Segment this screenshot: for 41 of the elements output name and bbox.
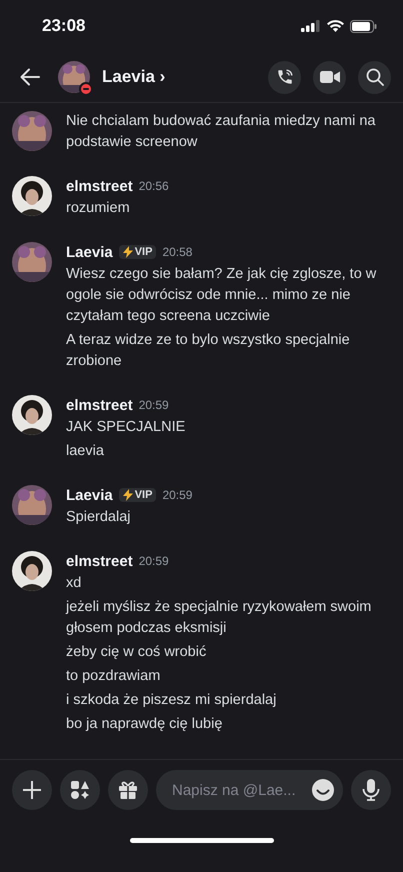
message-text: Nie chcialam budować zaufania miedzy nami na podstawie screenow <box>66 112 376 152</box>
username[interactable]: Laevia <box>66 486 113 504</box>
message-text: i szkoda że piszesz mi spierdalaj <box>66 691 278 710</box>
message-field[interactable]: Napisz na @Lae... <box>156 770 343 810</box>
profile-link[interactable]: Laevia › <box>102 67 268 87</box>
message-text: to pozdrawiam <box>66 667 162 686</box>
message-text: xd <box>66 574 82 593</box>
message-text: Wiesz czego sie bałam? Ze jak cię zglosze, to w ogole sie odwrócisz ode mnie... mimo ze nie czytałam tego screena uczciwie <box>66 265 378 326</box>
signal-icon <box>301 20 321 32</box>
clock-time: 23:08 <box>42 16 86 36</box>
username[interactable]: elmstreet <box>66 178 133 194</box>
back-arrow-icon[interactable] <box>20 68 40 86</box>
microphone-icon[interactable] <box>351 770 391 810</box>
message-text: rozumiem <box>66 199 131 218</box>
timestamp: 20:59 <box>138 554 169 568</box>
timestamp: 20:59 <box>138 398 169 412</box>
emoji-icon[interactable] <box>311 778 335 802</box>
search-icon[interactable] <box>358 60 391 94</box>
gift-icon[interactable] <box>108 770 148 810</box>
battery-icon <box>350 20 377 32</box>
message-text: A teraz widze ze to bylo wszystko specjalnie zrobione <box>66 331 351 371</box>
username[interactable]: elmstreet <box>66 396 133 414</box>
message-input[interactable]: Napisz na @Lae... <box>170 780 311 800</box>
role-badge: VIP <box>118 488 156 502</box>
apps-icon[interactable] <box>60 770 100 810</box>
call-icon[interactable] <box>268 60 301 94</box>
do-not-disturb-icon <box>79 82 93 96</box>
message-text: Spierdalaj <box>66 508 132 527</box>
plus-icon[interactable] <box>12 770 52 810</box>
message-text: bo ja naprawdę cię lubię <box>66 715 224 734</box>
timestamp: 20:58 <box>162 245 192 259</box>
username[interactable]: elmstreet <box>66 552 133 570</box>
role-badge: VIP <box>118 245 156 259</box>
timestamp: 20:59 <box>162 488 192 502</box>
wifi-icon <box>327 20 344 32</box>
video-camera-icon[interactable] <box>313 60 346 94</box>
message-text: żeby cię w coś wrobić <box>66 643 208 662</box>
timestamp: 20:56 <box>138 179 169 193</box>
message-text: JAK SPECJALNIE <box>66 418 186 437</box>
message-text: laevia <box>66 442 105 461</box>
username[interactable]: Laevia <box>66 244 113 260</box>
